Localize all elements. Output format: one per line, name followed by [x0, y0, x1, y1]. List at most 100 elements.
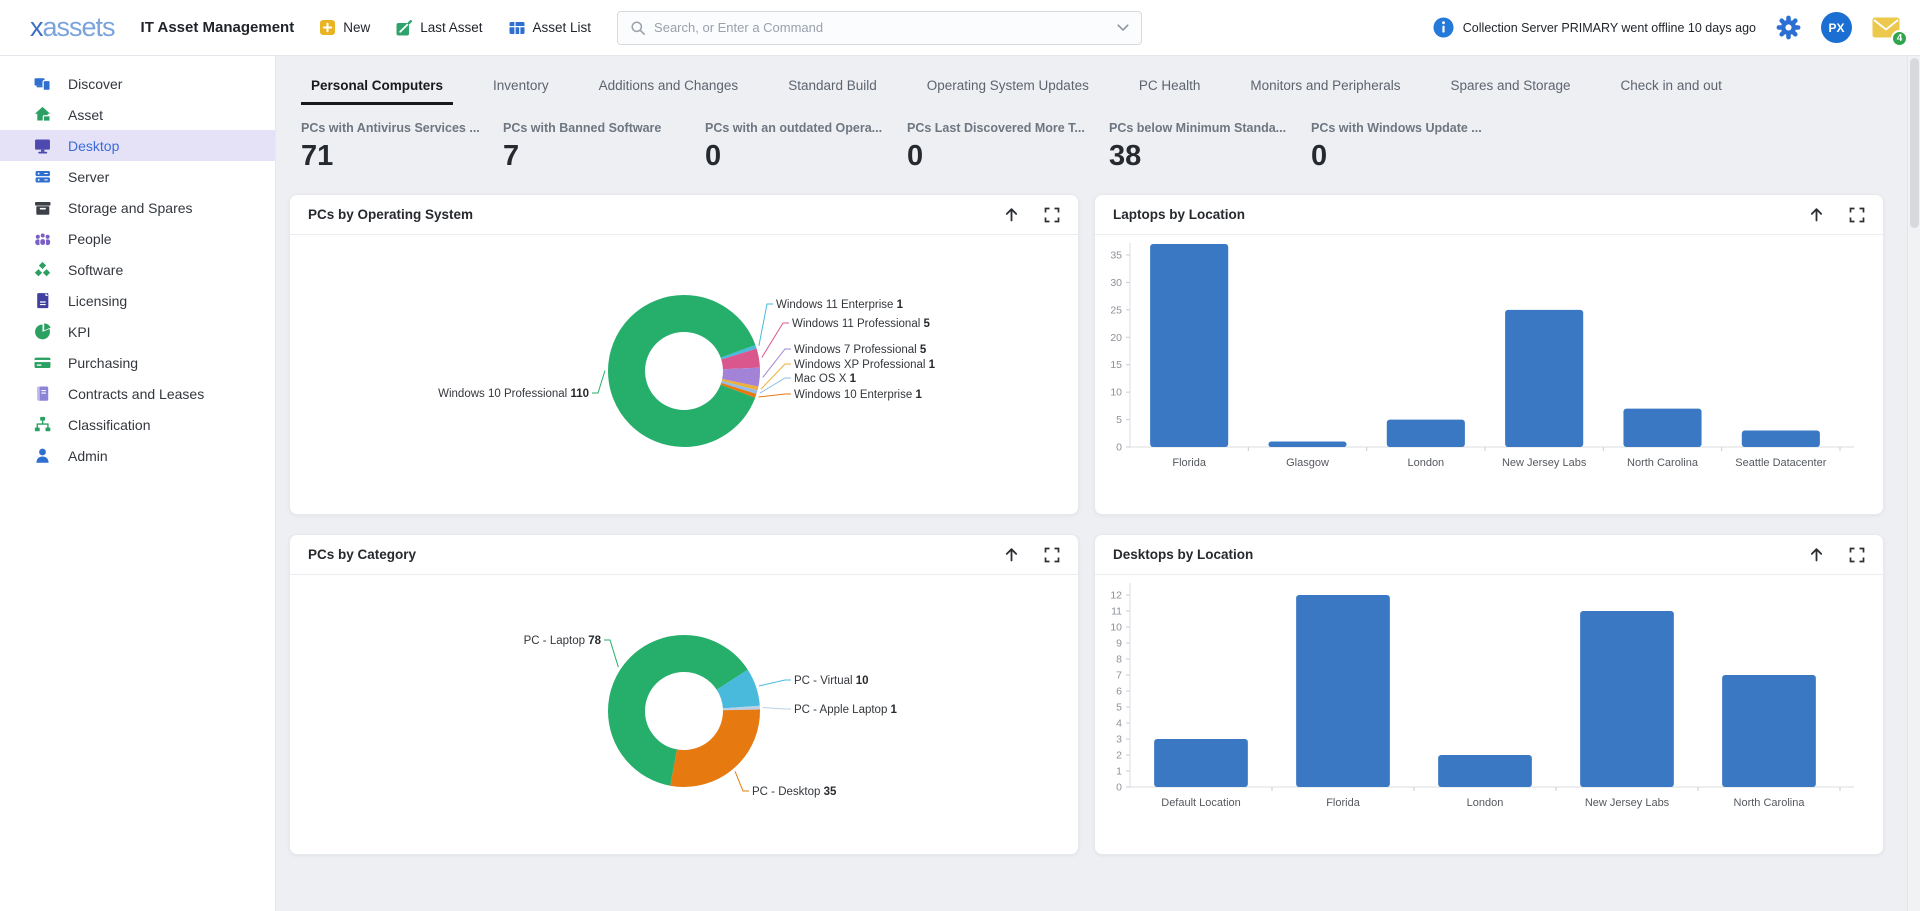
devices-icon: [34, 75, 51, 92]
chart-title: Laptops by Location: [1113, 207, 1808, 222]
tab-monitors-and-peripherals[interactable]: Monitors and Peripherals: [1240, 69, 1410, 105]
bar-london[interactable]: [1387, 420, 1465, 447]
sidebar-item-label: Purchasing: [68, 355, 138, 371]
chevron-down-icon[interactable]: [1117, 24, 1129, 32]
export-up-arrow-icon[interactable]: [1808, 546, 1825, 563]
sidebar-nav: Discover AssetDesktopServerStorage and Sp…: [0, 56, 276, 911]
x-category-label: London: [1467, 797, 1504, 809]
fullscreen-icon[interactable]: [1044, 207, 1060, 223]
kpi-value: 0: [907, 140, 1109, 173]
bar-north-carolina[interactable]: [1623, 409, 1701, 447]
settings-gear-icon[interactable]: [1776, 15, 1801, 40]
sidebar-item-label: Classification: [68, 417, 150, 433]
user-avatar[interactable]: PX: [1821, 12, 1852, 43]
sidebar-item-discover[interactable]: Discover: [0, 68, 275, 99]
asset-list-button[interactable]: Asset List: [509, 20, 592, 36]
sidebar-item-kpi[interactable]: KPI: [0, 316, 275, 347]
sidebar-item-contracts-and-leases[interactable]: Contracts and Leases: [0, 378, 275, 409]
sidebar-item-label: Discover: [68, 76, 122, 92]
donut-label-line: [762, 323, 789, 358]
export-up-arrow-icon[interactable]: [1003, 206, 1020, 223]
chart-card-actions: [1003, 546, 1060, 563]
sidebar-item-people[interactable]: People: [0, 223, 275, 254]
tab-pc-health[interactable]: PC Health: [1129, 69, 1211, 105]
kpi-pcs-with-an-outdated-opera[interactable]: PCs with an outdated Opera...0: [705, 121, 907, 173]
bar-default-location[interactable]: [1154, 739, 1248, 787]
x-category-label: New Jersey Labs: [1585, 797, 1670, 809]
tab-personal-computers[interactable]: Personal Computers: [301, 69, 453, 105]
x-category-label: Glasgow: [1286, 457, 1329, 469]
messages-badge: 4: [1891, 30, 1908, 47]
y-tick-label: 11: [1111, 606, 1122, 618]
messages-icon[interactable]: 4: [1872, 17, 1900, 39]
donut-label-windows-11-professional: Windows 11 Professional 5: [792, 318, 930, 330]
sidebar-item-purchasing[interactable]: Purchasing: [0, 347, 275, 378]
sidebar-item-admin[interactable]: Admin: [0, 440, 275, 471]
tab-operating-system-updates[interactable]: Operating System Updates: [917, 69, 1099, 105]
bar-glasgow[interactable]: [1268, 442, 1346, 447]
donut-label-pc-apple-laptop: PC - Apple Laptop 1: [794, 704, 898, 716]
bar-new-jersey-labs[interactable]: [1505, 310, 1583, 447]
sidebar-item-asset[interactable]: Asset: [0, 99, 275, 130]
y-tick-label: 35: [1110, 250, 1122, 262]
sidebar-item-label: Licensing: [68, 293, 127, 309]
y-tick-label: 0: [1116, 782, 1122, 794]
sidebar-item-classification[interactable]: Classification: [0, 409, 275, 440]
new-button[interactable]: New: [320, 20, 370, 35]
kpi-pcs-with-banned-software[interactable]: PCs with Banned Software7: [503, 121, 705, 173]
server-offline-notification[interactable]: Collection Server PRIMARY went offline 1…: [1433, 17, 1756, 38]
donut-label-pc-laptop: PC - Laptop 78: [524, 635, 602, 647]
donut-label-line: [763, 708, 791, 709]
export-up-arrow-icon[interactable]: [1003, 546, 1020, 563]
search-input[interactable]: [654, 20, 1109, 35]
bar-florida[interactable]: [1150, 244, 1228, 447]
tab-check-in-and-out[interactable]: Check in and out: [1611, 69, 1732, 105]
people-icon: [34, 230, 51, 247]
tab-spares-and-storage[interactable]: Spares and Storage: [1440, 69, 1580, 105]
chart-card-desktops-by-location: Desktops by Location0123456789101112Defa…: [1094, 534, 1884, 855]
x-category-label: Florida: [1326, 797, 1361, 809]
bar-new-jersey-labs[interactable]: [1580, 611, 1674, 787]
topbar-actions: New Last Asset Asset List: [320, 20, 591, 36]
export-up-arrow-icon[interactable]: [1808, 206, 1825, 223]
storage-box-icon: [34, 199, 51, 216]
main-content: Personal Computers Inventory Additions and…: [276, 56, 1920, 911]
donut-label-line: [759, 394, 791, 397]
sidebar-item-server[interactable]: Server: [0, 161, 275, 192]
fullscreen-icon[interactable]: [1044, 547, 1060, 563]
bar-seattle-datacenter[interactable]: [1742, 431, 1820, 447]
last-asset-button[interactable]: Last Asset: [396, 20, 482, 36]
sidebar-item-desktop[interactable]: Desktop: [0, 130, 275, 161]
sidebar-item-software[interactable]: Software: [0, 254, 275, 285]
kpi-pcs-last-discovered-more-t[interactable]: PCs Last Discovered More T...0: [907, 121, 1109, 173]
tab-inventory[interactable]: Inventory: [483, 69, 559, 105]
page-scrollbar[interactable]: [1907, 56, 1920, 911]
sidebar-item-licensing[interactable]: Licensing: [0, 285, 275, 316]
bar-florida[interactable]: [1296, 595, 1390, 787]
tab-standard-build[interactable]: Standard Build: [778, 69, 887, 105]
kpi-pcs-with-windows-update[interactable]: PCs with Windows Update ...0: [1311, 121, 1513, 173]
tab-additions-and-changes[interactable]: Additions and Changes: [589, 69, 749, 105]
xassets-logo[interactable]: xassets: [30, 12, 115, 43]
kpi-pcs-below-minimum-standa[interactable]: PCs below Minimum Standa...38: [1109, 121, 1311, 173]
action-label: Asset List: [533, 20, 592, 35]
x-category-label: London: [1407, 457, 1444, 469]
bar-north-carolina[interactable]: [1722, 675, 1816, 787]
chart-card-laptops-by-location: Laptops by Location05101520253035Florida…: [1094, 194, 1884, 515]
pie-icon: [34, 323, 51, 340]
fullscreen-icon[interactable]: [1849, 547, 1865, 563]
bar-london[interactable]: [1438, 755, 1532, 787]
x-category-label: North Carolina: [1627, 457, 1699, 469]
app-title: IT Asset Management: [141, 19, 295, 36]
sidebar-item-storage-and-spares[interactable]: Storage and Spares: [0, 192, 275, 223]
command-search[interactable]: [617, 11, 1142, 45]
sidebar-item-label: Admin: [68, 448, 108, 464]
kpi-pcs-with-antivirus-services[interactable]: PCs with Antivirus Services ...71: [301, 121, 503, 173]
scrollbar-thumb[interactable]: [1910, 58, 1919, 228]
donut-label-windows-10-enterprise: Windows 10 Enterprise 1: [794, 389, 922, 401]
logo-suffix: assets: [43, 12, 115, 42]
fullscreen-icon[interactable]: [1849, 207, 1865, 223]
table-icon: [509, 20, 525, 36]
sidebar-item-label: KPI: [68, 324, 91, 340]
chart-card-actions: [1808, 546, 1865, 563]
